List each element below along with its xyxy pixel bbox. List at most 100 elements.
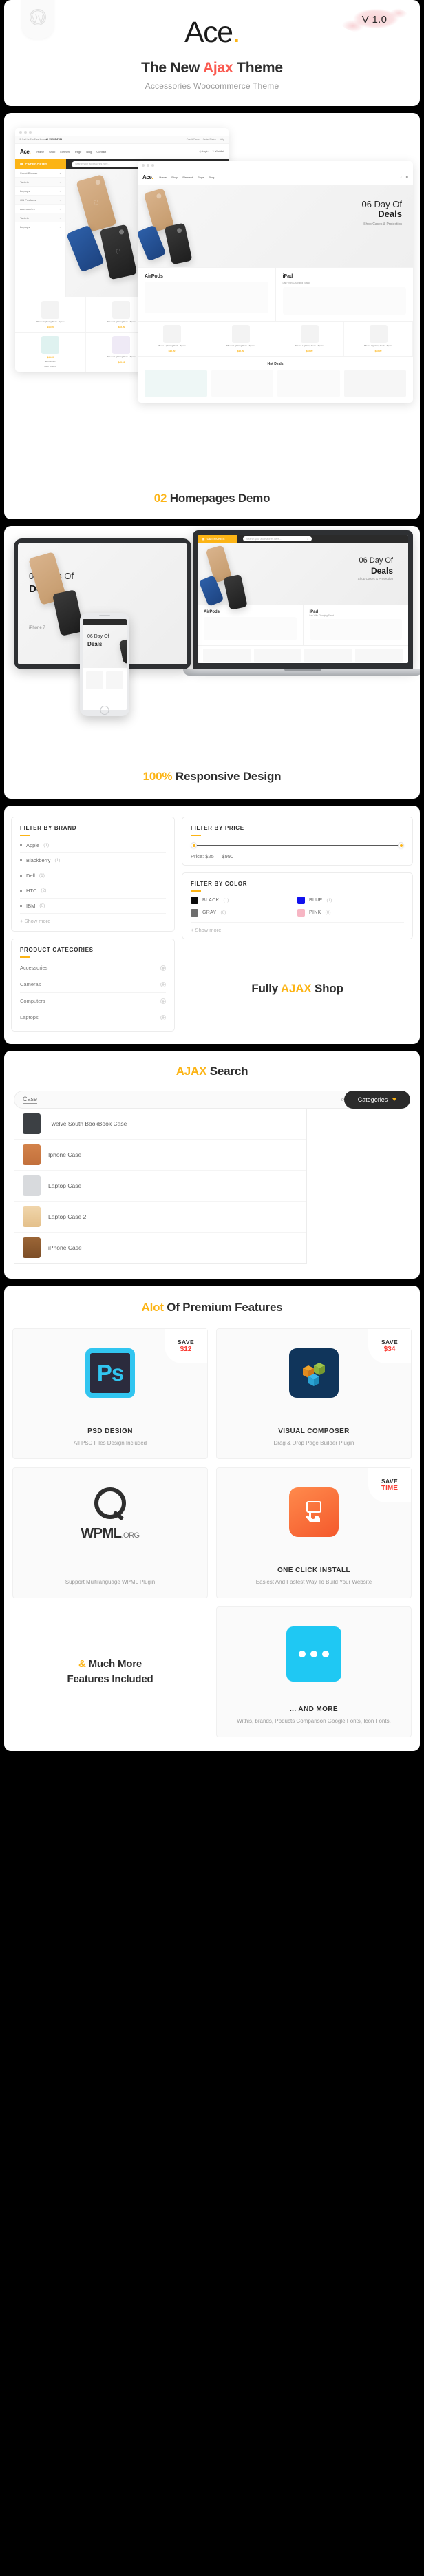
slider-knob-min[interactable] [191, 842, 197, 848]
site-hero-banner-2: 06 Day Of Deals Shop Cases & Protection [138, 185, 413, 267]
search-icon[interactable]: ⌕ [401, 176, 402, 178]
search-result-item[interactable]: Laptop Case 2 [14, 1202, 307, 1233]
brand-option[interactable]: Apple (1) [20, 838, 166, 853]
color-option[interactable]: BLUE (1) [297, 897, 404, 904]
title-underline [191, 835, 201, 836]
product-thumb[interactable] [304, 649, 352, 662]
topbar-link[interactable]: Help [220, 138, 224, 141]
color-option[interactable]: GRAY (0) [191, 909, 297, 917]
deal-card[interactable]: $45.00 BUY NOW Offer Ends In [15, 332, 87, 372]
product-phone-dark [164, 222, 193, 265]
feature-desc: All PSD Files Design Included [73, 1440, 147, 1446]
site-logo[interactable]: Ace. [142, 174, 153, 180]
nav-item[interactable]: Home [36, 150, 44, 154]
categories-button[interactable]: ▤ CATEGORIES [198, 535, 237, 543]
deal-thumb[interactable] [211, 369, 273, 397]
site-search-input[interactable]: Search your accessories here...⌕ [243, 536, 312, 541]
brand-label: Blackberry [26, 857, 51, 863]
product-thumb[interactable] [106, 671, 123, 689]
color-option[interactable]: BLACK (1) [191, 897, 297, 904]
topbar-link[interactable]: Order Status [203, 138, 216, 141]
category-item[interactable]: Laptops › [15, 187, 65, 196]
nav-item[interactable]: Element [60, 150, 70, 154]
price-range-label: Price: $25 — $990 [191, 853, 234, 859]
price-range-slider[interactable] [191, 842, 404, 848]
nav-item[interactable]: Home [159, 176, 167, 179]
wishlist-link[interactable]: ♡ Wishlist [212, 150, 224, 153]
site-nav[interactable]: Home Shop Element Page Blog Contact [36, 150, 106, 154]
category-row[interactable]: Computers [20, 993, 166, 1009]
site-logo[interactable]: Ace. [20, 149, 31, 155]
feature-card-wpml[interactable]: WPML.ORG Support Multilanguage WPML Plug… [12, 1467, 208, 1598]
color-option[interactable]: PINK (0) [297, 909, 404, 917]
brand-option[interactable]: Blackberry (1) [20, 853, 166, 868]
promo-ipad[interactable]: iPad Lap With Charging Stand [276, 268, 414, 321]
category-item[interactable]: Tablets › [15, 178, 65, 187]
features-caption: Alot Of Premium Features [12, 1301, 412, 1315]
promo-airpods[interactable]: AirPods [198, 605, 304, 645]
category-row[interactable]: Accessories [20, 960, 166, 976]
product-card[interactable]: iPhone Lightning Dock - Space$45.00 [206, 322, 275, 356]
plus-icon[interactable] [160, 1014, 166, 1020]
promo-airpods[interactable]: AirPods [138, 268, 276, 321]
product-thumb[interactable] [253, 649, 301, 662]
search-result-item[interactable]: Iphone Case [14, 1140, 307, 1171]
nav-item[interactable]: Shop [171, 176, 178, 179]
product-card[interactable]: iPhone Lightning Dock - Space$45.00 [15, 297, 87, 332]
premium-features-panel: Alot Of Premium Features SAVE $12 Ps PSD… [4, 1286, 420, 1751]
plus-icon[interactable] [160, 981, 166, 987]
color-swatch-pink [297, 909, 305, 917]
brand-option[interactable]: IBM (0) [20, 899, 166, 914]
nav-item[interactable]: Blog [86, 150, 92, 154]
nav-item[interactable]: Page [198, 176, 204, 179]
site-nav[interactable]: Home Shop Element Page Blog [159, 176, 214, 179]
nav-item[interactable]: Blog [209, 176, 214, 179]
feature-card-visual-composer[interactable]: SAVE $34 VISUAL COMPOSER Drag & Drop Pag… [216, 1328, 412, 1459]
feature-card-psd[interactable]: SAVE $12 Ps PSD DESIGN All PSD Files Des… [12, 1328, 208, 1459]
category-item[interactable]: Old Products › [15, 196, 65, 205]
search-input[interactable]: Case ⌕ [14, 1091, 353, 1109]
account-link[interactable]: ◎ Login [199, 150, 208, 153]
phone-hero: 06 Day Of Deals [83, 619, 127, 710]
product-phone-blue [66, 224, 105, 273]
deal-thumb[interactable] [277, 369, 340, 397]
brand-option[interactable]: HTC (2) [20, 883, 166, 899]
search-result-item[interactable]: iPhone Case [14, 1233, 306, 1263]
plus-icon[interactable] [160, 998, 166, 1004]
category-item[interactable]: Laptops › [15, 222, 65, 231]
product-thumb[interactable] [203, 649, 251, 662]
nav-item[interactable]: Shop [49, 150, 55, 154]
color-show-more[interactable]: + Show more [191, 927, 404, 933]
slider-knob-max[interactable] [398, 842, 404, 848]
cart-icon[interactable]: ▤ [406, 176, 408, 178]
product-thumb[interactable] [86, 671, 103, 689]
category-item[interactable]: Smart Phones › [15, 169, 65, 178]
feature-card-one-click-install[interactable]: SAVE TIME ONE CLICK INSTALL Easiest And … [216, 1467, 412, 1598]
nav-item[interactable]: Contact [96, 150, 106, 154]
feature-card-and-more[interactable]: ... AND MORE Withis, brands, Ppducts Com… [216, 1606, 412, 1737]
product-thumb[interactable] [354, 649, 403, 662]
plus-icon[interactable] [160, 965, 166, 971]
product-card[interactable]: iPhone Lightning Dock - Space$45.00 [275, 322, 344, 356]
brand-option[interactable]: Dell (1) [20, 868, 166, 883]
brand-show-more[interactable]: + Show more [20, 914, 166, 925]
category-item[interactable]: Accessories › [15, 205, 65, 213]
categories-button[interactable]: ▤ CATEGORIES [15, 159, 66, 169]
search-result-item[interactable]: Laptop Case [14, 1171, 307, 1202]
features-caption-text: Of Premium Features [163, 1301, 283, 1314]
product-card[interactable]: iPhone Lightning Dock - Space$45.00 [344, 322, 413, 356]
deal-thumb[interactable] [145, 369, 207, 397]
search-categories-dropdown[interactable]: Categories [344, 1091, 410, 1109]
category-item[interactable]: Tablets › [15, 213, 65, 222]
topbar-link[interactable]: Credit Cards [187, 138, 200, 141]
nav-item[interactable]: Page [75, 150, 81, 154]
promo-ipad[interactable]: iPad Lap With Charging Stand [304, 605, 409, 645]
nav-item[interactable]: Element [182, 176, 193, 179]
deal-thumb[interactable] [343, 369, 406, 397]
product-card[interactable]: iPhone Lightning Dock - Space$45.00 [138, 322, 206, 356]
category-row[interactable]: Laptops [20, 1009, 166, 1025]
search-result-item[interactable]: Twelve South BookBook Case [14, 1109, 307, 1140]
site-category-list[interactable]: Smart Phones › Tablets › Laptops › Old Prod… [15, 169, 66, 297]
category-row[interactable]: Cameras [20, 976, 166, 993]
feature-title: ... AND MORE [290, 1706, 338, 1713]
